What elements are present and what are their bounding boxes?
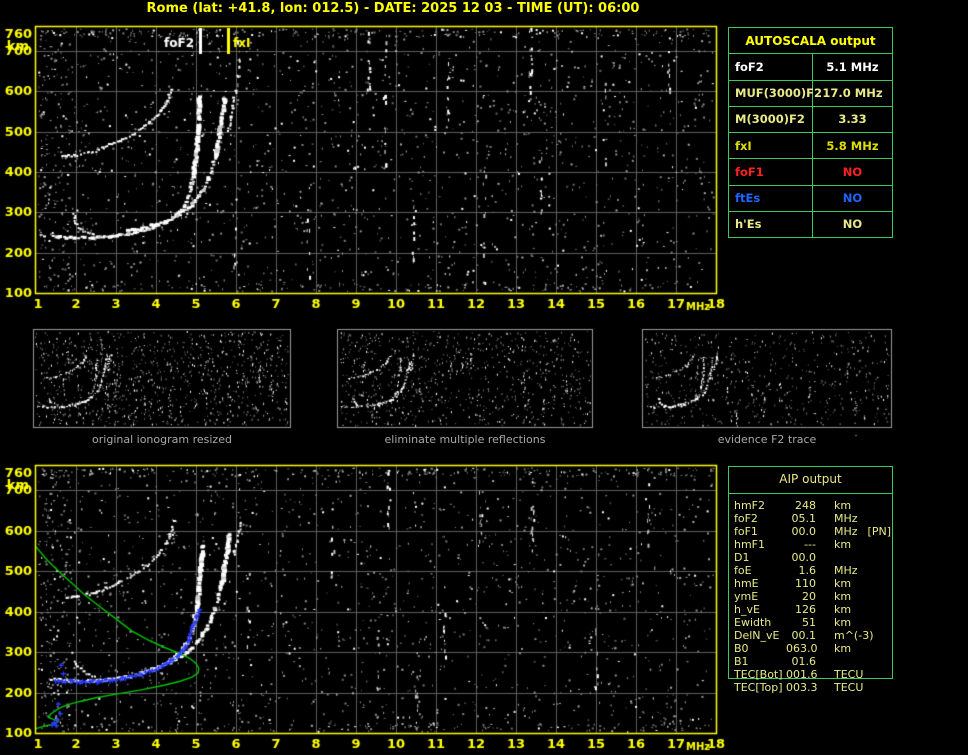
autoscala-row-value: 5.8 MHz [813,133,892,158]
aip-row-value: 1.6 [786,564,816,577]
autoscala-row-label: foF2 [729,54,813,79]
aip-row-label: B1 [734,655,786,668]
aip-row-value: 51 [786,616,816,629]
autoscala-row-label: foF1 [729,159,813,184]
aip-row-value: 00.1 [786,629,816,642]
aip-row: hmE110 km [734,577,893,590]
aip-row-label: hmF1 [734,538,786,551]
autoscala-row-label: h'Es [729,212,813,237]
autoscala-row-label: ftEs [729,186,813,211]
aip-row-label: DelN_vE [734,629,786,642]
aip-table-header: AIP output [728,472,893,486]
aip-rows: hmF2248kmfoF205.1MHzfoF100.0MHz[PN]hmF1-… [734,499,893,694]
autoscala-screen: Rome (lat: +41.8, lon: 012.5) - DATE: 20… [0,0,968,755]
aip-row: h_vE126 km [734,603,893,616]
autoscala-row: MUF(3000)F217.0 MHz [729,80,892,106]
top-ionogram-plot [36,27,716,293]
aip-row-unit: TECU [834,668,863,681]
aip-row-value: 20 [786,590,816,603]
aip-row-label: Ewidth [734,616,786,629]
aip-row: B101.6 [734,655,893,668]
aip-row-value: 248 [786,499,816,512]
aip-row-label: hmF2 [734,499,786,512]
autoscala-row-label: fxI [729,133,813,158]
aip-row-value: 001.6 [786,668,816,681]
autoscala-row-value: NO [813,159,892,184]
aip-row: hmF1--- km [734,538,893,551]
autoscala-row: M(3000)F23.33 [729,106,892,132]
autoscala-row: fxI5.8 MHz [729,132,892,158]
aip-row-label: foF1 [734,525,786,538]
aip-row-value: 110 [786,577,816,590]
page-title: Rome (lat: +41.8, lon: 012.5) - DATE: 20… [40,1,746,16]
autoscala-row-value: 17.0 MHz [813,81,892,106]
aip-row-unit: km [834,616,851,629]
aip-header-divider [728,493,893,494]
aip-row: DelN_vE00.1 m^(-3) [734,629,893,642]
autoscala-table-header: AUTOSCALA output [729,28,892,53]
aip-row-value: 063.0 [786,642,816,655]
thumbnail-caption-2: eliminate multiple reflections [337,433,593,447]
aip-row-label: TEC[Top] [734,681,786,694]
autoscala-row-value: 5.1 MHz [813,54,892,79]
autoscala-row: h'EsNO [729,211,892,237]
aip-row-value: 05.1 [786,512,816,525]
aip-row-unit: TECU [834,681,863,694]
aip-row-value: 126 [786,603,816,616]
autoscala-row: foF25.1 MHz [729,53,892,79]
aip-row-label: foE [734,564,786,577]
aip-row-label: ymE [734,590,786,603]
aip-row: TEC[Top]003.3 TECU [734,681,893,694]
aip-row-unit: MHz [834,512,858,525]
aip-row-note: [PN] [868,525,891,538]
autoscala-row: foF1NO [729,158,892,184]
aip-row: B0063.0 km [734,642,893,655]
aip-row-label: foF2 [734,512,786,525]
aip-row-value: 00.0 [786,525,816,538]
autoscala-row: ftEsNO [729,185,892,211]
aip-row-label: D1 [734,551,786,564]
aip-row: foE1.6 MHz [734,564,893,577]
aip-row-label: hmE [734,577,786,590]
aip-row-unit: km [834,577,851,590]
aip-row-unit: km [834,538,851,551]
autoscala-row-label: MUF(3000)F2 [729,81,813,106]
aip-row: TEC[Bot]001.6 TECU [734,668,893,681]
autoscala-row-value: NO [813,186,892,211]
aip-row-value: 00.0 [786,551,816,564]
autoscala-row-value: 3.33 [813,107,892,132]
aip-row-label: TEC[Bot] [734,668,786,681]
autoscala-output-table: AUTOSCALA output foF25.1 MHzMUF(3000)F21… [728,27,893,238]
bottom-ionogram-plot [36,466,716,733]
aip-row-unit: m^(-3) [834,629,873,642]
aip-row-value: --- [786,538,816,551]
aip-row: Ewidth51 km [734,616,893,629]
autoscala-row-label: M(3000)F2 [729,107,813,132]
aip-row-value: 003.3 [786,681,816,694]
aip-row: ymE20 km [734,590,893,603]
aip-row-unit: km [834,603,851,616]
thumbnail-caption-3: evidence F2 trace [642,433,892,447]
aip-row-unit: km [834,590,851,603]
aip-row: foF100.0 MHz [PN] [734,525,893,538]
thumbnail-caption-1: original ionogram resized [33,433,291,447]
autoscala-row-value: NO [813,212,892,237]
aip-row-unit: km [834,642,851,655]
aip-row: foF205.1 MHz [734,512,893,525]
aip-row-unit: km [834,499,851,512]
aip-row-label: h_vE [734,603,786,616]
aip-row-unit: MHz [834,564,858,577]
aip-row: hmF2248 km [734,499,893,512]
aip-row: D100.0 [734,551,893,564]
aip-row-unit: MHz [834,525,858,538]
aip-row-value: 01.6 [786,655,816,668]
aip-row-label: B0 [734,642,786,655]
